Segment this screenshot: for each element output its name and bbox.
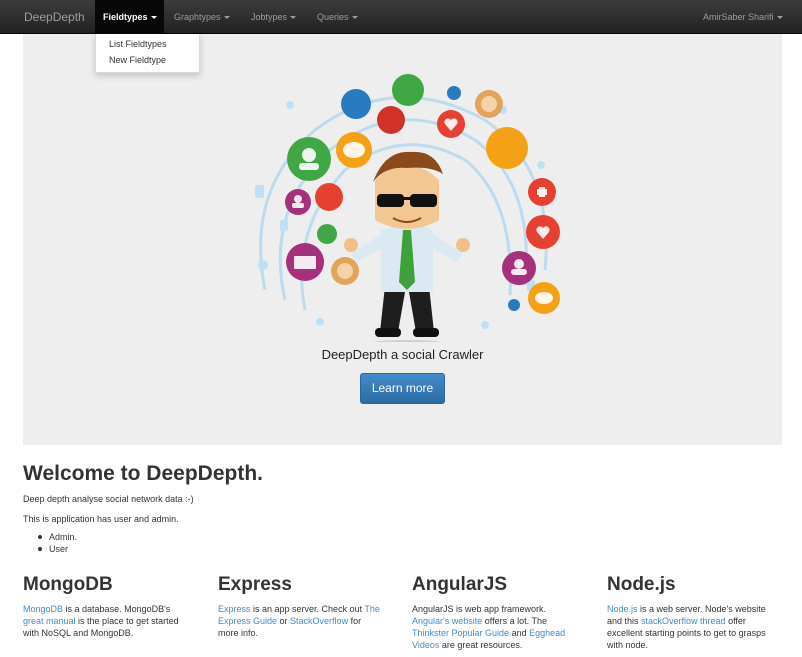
fieldtypes-dropdown-menu: List Fieldtypes New Fieldtype [95, 34, 200, 73]
welcome-description: Deep depth analyse social network data :… [23, 494, 194, 504]
express-heading: Express [218, 574, 292, 595]
nav-jobtypes-label: Jobtypes [251, 12, 288, 22]
jumbotron: DeepDepth a social Crawler Learn more [23, 34, 782, 445]
brand-logo[interactable]: DeepDepth [24, 0, 85, 34]
nav-jobtypes[interactable]: Jobtypes [251, 0, 297, 34]
learn-more-button[interactable]: Learn more [360, 373, 445, 404]
roles-list: Admin. User [38, 531, 77, 555]
navbar: DeepDepth Fieldtypes Graphtypes Jobtypes… [0, 0, 802, 34]
list-item: Admin. [38, 531, 77, 543]
angularjs-column: AngularJS AngularJS is web app framework… [412, 574, 577, 651]
nav-user-label: AmirSaber Sharifi [703, 12, 774, 22]
nodejs-description: Node.js is a web server. Node's website … [607, 604, 766, 650]
page-title: Welcome to DeepDepth. [23, 462, 263, 485]
thinkster-guide-link[interactable]: Thinkster Popular Guide [412, 628, 509, 638]
mongodb-link[interactable]: MongoDB [23, 604, 63, 614]
chevron-down-icon [150, 16, 157, 20]
stackoverflow-link[interactable]: StackOverflow [290, 616, 348, 626]
express-description: Express is an app server. Check out The … [218, 604, 380, 638]
welcome-roles-intro: This is application has user and admin. [23, 514, 179, 524]
angular-website-link[interactable]: Angular's website [412, 616, 482, 626]
nav-graphtypes[interactable]: Graphtypes [174, 0, 230, 34]
nodejs-heading: Node.js [607, 574, 676, 595]
angularjs-heading: AngularJS [412, 574, 508, 595]
list-item: User [38, 543, 77, 555]
chevron-down-icon [223, 16, 230, 20]
hero-tagline: DeepDepth a social Crawler [321, 347, 484, 362]
express-column: Express Express is an app server. Check … [218, 574, 383, 639]
stackoverflow-thread-link[interactable]: stackOverflow thread [641, 616, 726, 626]
menu-item-new-fieldtype[interactable]: New Fieldtype [109, 55, 166, 65]
great-manual-link[interactable]: great manual [23, 616, 76, 626]
nav-fieldtypes[interactable]: Fieldtypes [95, 0, 164, 34]
nav-graphtypes-label: Graphtypes [174, 12, 221, 22]
chevron-down-icon [351, 16, 358, 20]
nav-user-menu[interactable]: AmirSaber Sharifi [703, 0, 783, 34]
mongodb-description: MongoDB is a database. MongoDB's great m… [23, 604, 179, 638]
nav-queries-label: Queries [317, 12, 349, 22]
express-link[interactable]: Express [218, 604, 251, 614]
angularjs-description: AngularJS is web app framework. Angular'… [412, 604, 566, 650]
chevron-down-icon [776, 16, 783, 20]
nav-fieldtypes-label: Fieldtypes [103, 12, 148, 22]
menu-item-list-fieldtypes[interactable]: List Fieldtypes [109, 39, 167, 49]
mongodb-heading: MongoDB [23, 574, 113, 595]
mongodb-column: MongoDB MongoDB is a database. MongoDB's… [23, 574, 188, 639]
nav-queries[interactable]: Queries [317, 0, 358, 34]
nodejs-link[interactable]: Node.js [607, 604, 638, 614]
nodejs-column: Node.js Node.js is a web server. Node's … [607, 574, 772, 651]
social-crawler-illustration [255, 74, 560, 342]
chevron-down-icon [290, 16, 297, 20]
